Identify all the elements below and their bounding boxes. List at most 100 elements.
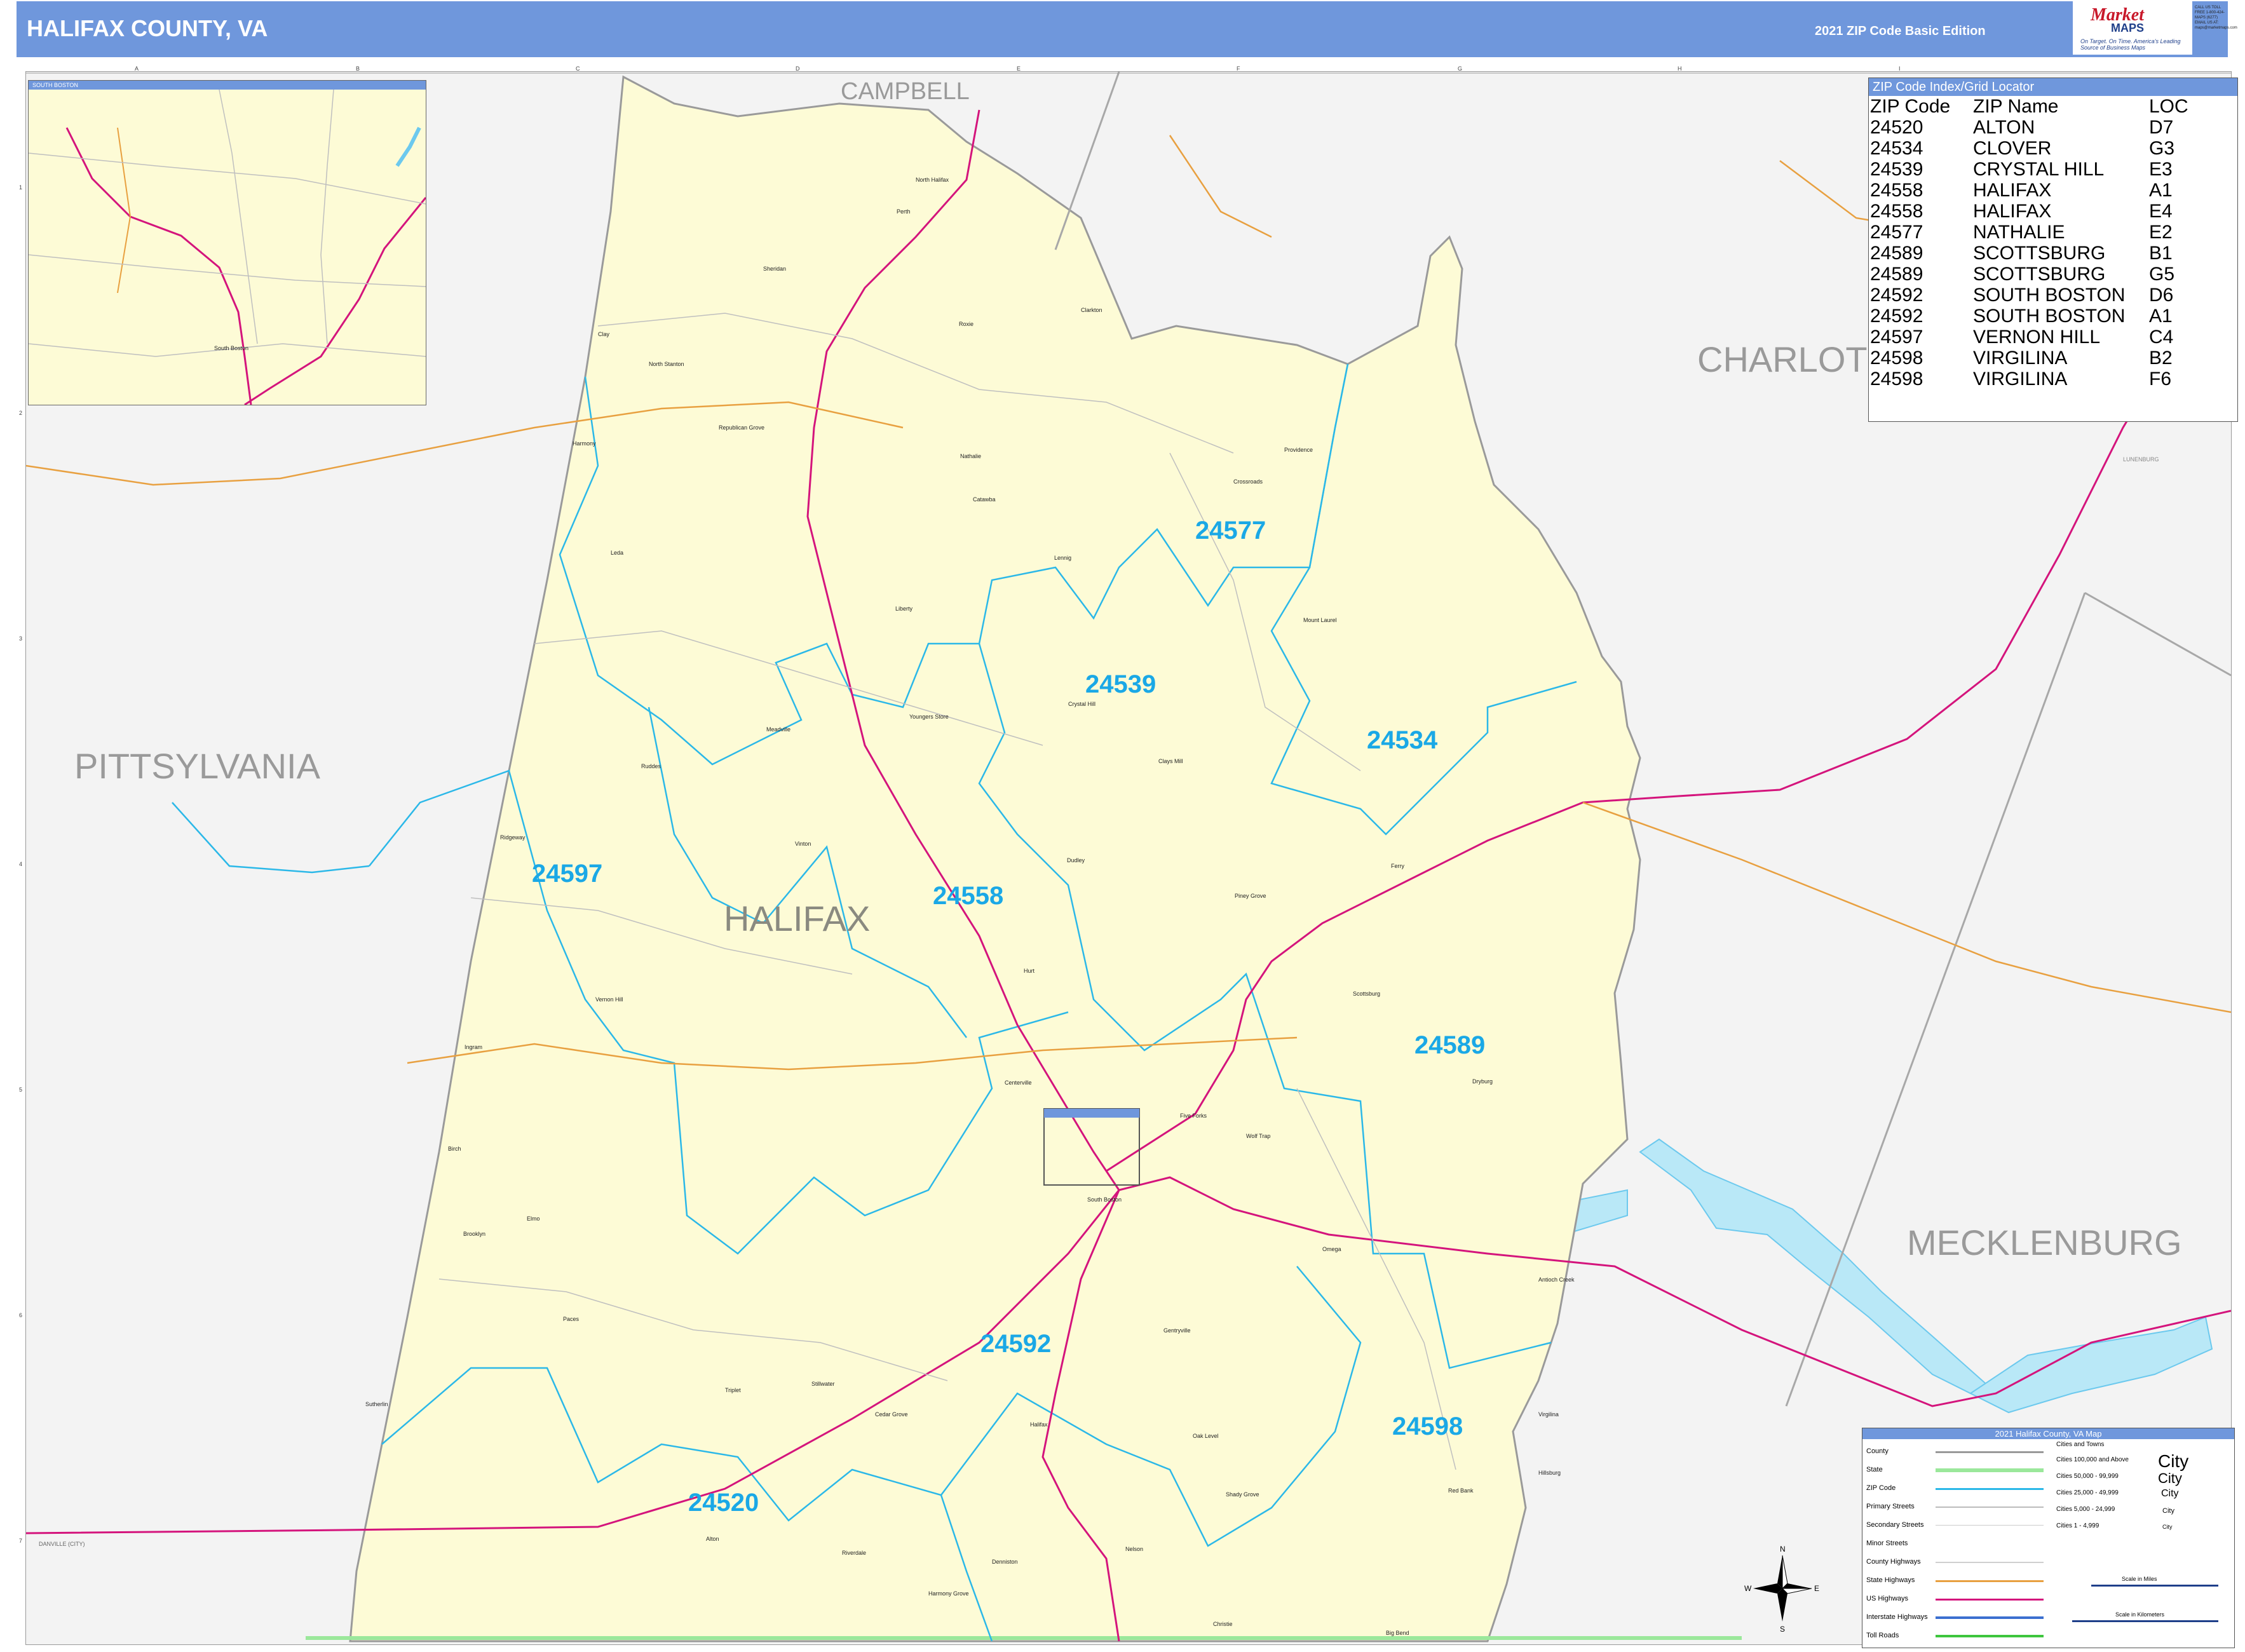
legend-item-toll: Toll Roads	[1866, 1632, 1899, 1639]
zip-label-24592[interactable]: 24592	[980, 1330, 1051, 1358]
zip-code-cell: 24598	[1870, 369, 1923, 389]
zip-index-row[interactable]: 24598 VIRGILINA B2	[1870, 348, 2196, 369]
zip-code-index-panel: ZIP Code Index/Grid Locator ZIP Code ZIP…	[1868, 78, 2238, 422]
lake-water	[1639, 1138, 1991, 1395]
zip-index-row[interactable]: 24520 ALTON D7	[1870, 117, 2196, 138]
market-maps-logo: Market MAPS On Target. On Time. America'…	[2073, 0, 2192, 55]
zip-index-col-header: ZIP Name	[1973, 96, 2059, 117]
region-pittsylvania: PITTSYLVANIA	[74, 746, 320, 786]
zip-index-row[interactable]: 24589 SCOTTSBURG B1	[1870, 243, 2196, 264]
zip-label-24520[interactable]: 24520	[688, 1489, 759, 1517]
zip-label-24577[interactable]: 24577	[1195, 517, 1266, 545]
place-label: Harmony Grove	[928, 1590, 969, 1597]
zip-index-row[interactable]: 24558 HALIFAX A1	[1870, 180, 2196, 201]
place-label: Virgilina	[1538, 1411, 1559, 1418]
zip-index-row[interactable]: 24592 SOUTH BOSTON A1	[1870, 306, 2196, 327]
legend-city-sample: City	[2158, 1451, 2189, 1471]
zip-index-row[interactable]: 24592 SOUTH BOSTON D6	[1870, 285, 2196, 306]
place-label: Elmo	[527, 1215, 540, 1222]
legend-swatch-zip	[1936, 1488, 2044, 1490]
legend-cities-header: Cities and Towns	[2056, 1441, 2105, 1448]
zip-loc-cell: A1	[2149, 306, 2173, 327]
zip-label-24589[interactable]: 24589	[1414, 1031, 1485, 1060]
zip-loc-cell: G3	[2149, 138, 2175, 159]
state-highway	[1582, 801, 2231, 1013]
place-label: Youngers Store	[909, 714, 949, 720]
legend-city-class: Cities 100,000 and Above	[2056, 1456, 2129, 1463]
zip-label-24597[interactable]: 24597	[532, 860, 602, 888]
zip-index-table: ZIP Code ZIP Name LOC 24520 ALTON D7 24534…	[1870, 96, 2196, 389]
zip-label-24598[interactable]: 24598	[1392, 1412, 1463, 1441]
place-label: Hurt	[1024, 968, 1035, 974]
region-mecklenburg: MECKLENBURG	[1907, 1222, 2182, 1263]
zip-name-cell: VIRGILINA	[1973, 369, 2068, 389]
zip-code-cell: 24589	[1870, 264, 1923, 285]
place-label: Piney Grove	[1235, 893, 1266, 899]
zip-name-cell: HALIFAX	[1973, 180, 2052, 201]
legend-city-class: Cities 5,000 - 24,999	[2056, 1506, 2115, 1513]
legend-item-us-hwy: US Highways	[1866, 1595, 1909, 1602]
place-label: Nathalie	[960, 453, 982, 459]
legend-item-interstate: Interstate Highways	[1866, 1613, 1928, 1621]
place-label: Liberty	[895, 606, 913, 612]
zip-loc-cell: D6	[2149, 285, 2174, 306]
place-label: Brooklyn	[463, 1231, 486, 1237]
map-title: HALIFAX COUNTY, VA	[27, 15, 268, 41]
place-label: Stillwater	[811, 1381, 835, 1387]
zip-label-24539[interactable]: 24539	[1085, 670, 1156, 699]
zip-label-24534[interactable]: 24534	[1367, 726, 1437, 755]
place-label: Catawba	[973, 496, 996, 503]
grid-row-label: 5	[19, 1087, 23, 1093]
zip-index-title: ZIP Code Index/Grid Locator	[1869, 78, 2237, 96]
place-label: Crystal Hill	[1068, 701, 1096, 707]
legend-scale-miles: Scale in Miles	[2122, 1576, 2157, 1582]
zip-label-24558[interactable]: 24558	[933, 882, 1003, 911]
map-legend-panel: 2021 Halifax County, VA Map County State…	[1862, 1428, 2235, 1648]
legend-item-zip: ZIP Code	[1866, 1484, 1896, 1492]
grid-row-label: 6	[19, 1312, 23, 1318]
legend-swatch-us-hwy	[1936, 1599, 2044, 1601]
south-boston-inset-map[interactable]: SOUTH BOSTON South Boston	[28, 80, 426, 405]
compass-north-label: N	[1780, 1545, 1786, 1554]
zip-code-cell: 24539	[1870, 159, 1923, 180]
grid-row-label: 4	[19, 861, 23, 867]
zip-index-row[interactable]: 24597 VERNON HILL C4	[1870, 327, 2196, 348]
place-label: South Boston	[1087, 1196, 1122, 1203]
zip-loc-cell: D7	[2149, 117, 2174, 138]
zip-index-row[interactable]: 24534 CLOVER G3	[1870, 138, 2196, 159]
place-label: Clays Mill	[1158, 758, 1183, 764]
zip-index-row[interactable]: 24598 VIRGILINA F6	[1870, 369, 2196, 389]
place-label: North Stanton	[649, 361, 684, 367]
zip-index-row[interactable]: 24539 CRYSTAL HILL E3	[1870, 159, 2196, 180]
county-line	[1054, 72, 1120, 250]
legend-city-sample: City	[2162, 1524, 2173, 1530]
zip-name-cell: VIRGILINA	[1973, 348, 2068, 369]
grid-col-label: D	[796, 65, 800, 72]
zip-index-row[interactable]: 24589 SCOTTSBURG G5	[1870, 264, 2196, 285]
zip-loc-cell: B2	[2149, 348, 2173, 369]
lake-water-3	[1969, 1316, 2213, 1414]
inset-canvas[interactable]	[29, 90, 426, 405]
grid-row-label: 7	[19, 1538, 23, 1544]
zip-name-cell: HALIFAX	[1973, 201, 2052, 222]
zip-loc-cell: E2	[2149, 222, 2173, 243]
zip-code-cell: 24577	[1870, 222, 1923, 243]
contact-info: CALL US TOLL FREE 1-800-424-MAPS (6277) …	[2195, 6, 2237, 30]
zip-name-cell: SOUTH BOSTON	[1973, 306, 2126, 327]
zip-loc-cell: E4	[2149, 201, 2173, 222]
place-label: Clay	[598, 331, 610, 337]
zip-code-cell: 24597	[1870, 327, 1923, 348]
zip-index-row[interactable]: 24577 NATHALIE E2	[1870, 222, 2196, 243]
grid-row-label: 3	[19, 635, 23, 642]
place-label: Vinton	[795, 841, 811, 847]
place-label: Gentryville	[1163, 1327, 1191, 1334]
place-label: Nelson	[1125, 1546, 1144, 1552]
legend-item-primary: Primary Streets	[1866, 1503, 1915, 1510]
zip-code-cell: 24534	[1870, 138, 1923, 159]
compass-south-label: S	[1780, 1625, 1785, 1633]
zip-index-row[interactable]: 24558 HALIFAX E4	[1870, 201, 2196, 222]
halifax-county-area	[349, 75, 1641, 1642]
place-label: Christie	[1213, 1621, 1233, 1627]
legend-swatch-county-hwy	[1936, 1562, 2044, 1563]
place-label: Antioch Creek	[1538, 1276, 1575, 1283]
